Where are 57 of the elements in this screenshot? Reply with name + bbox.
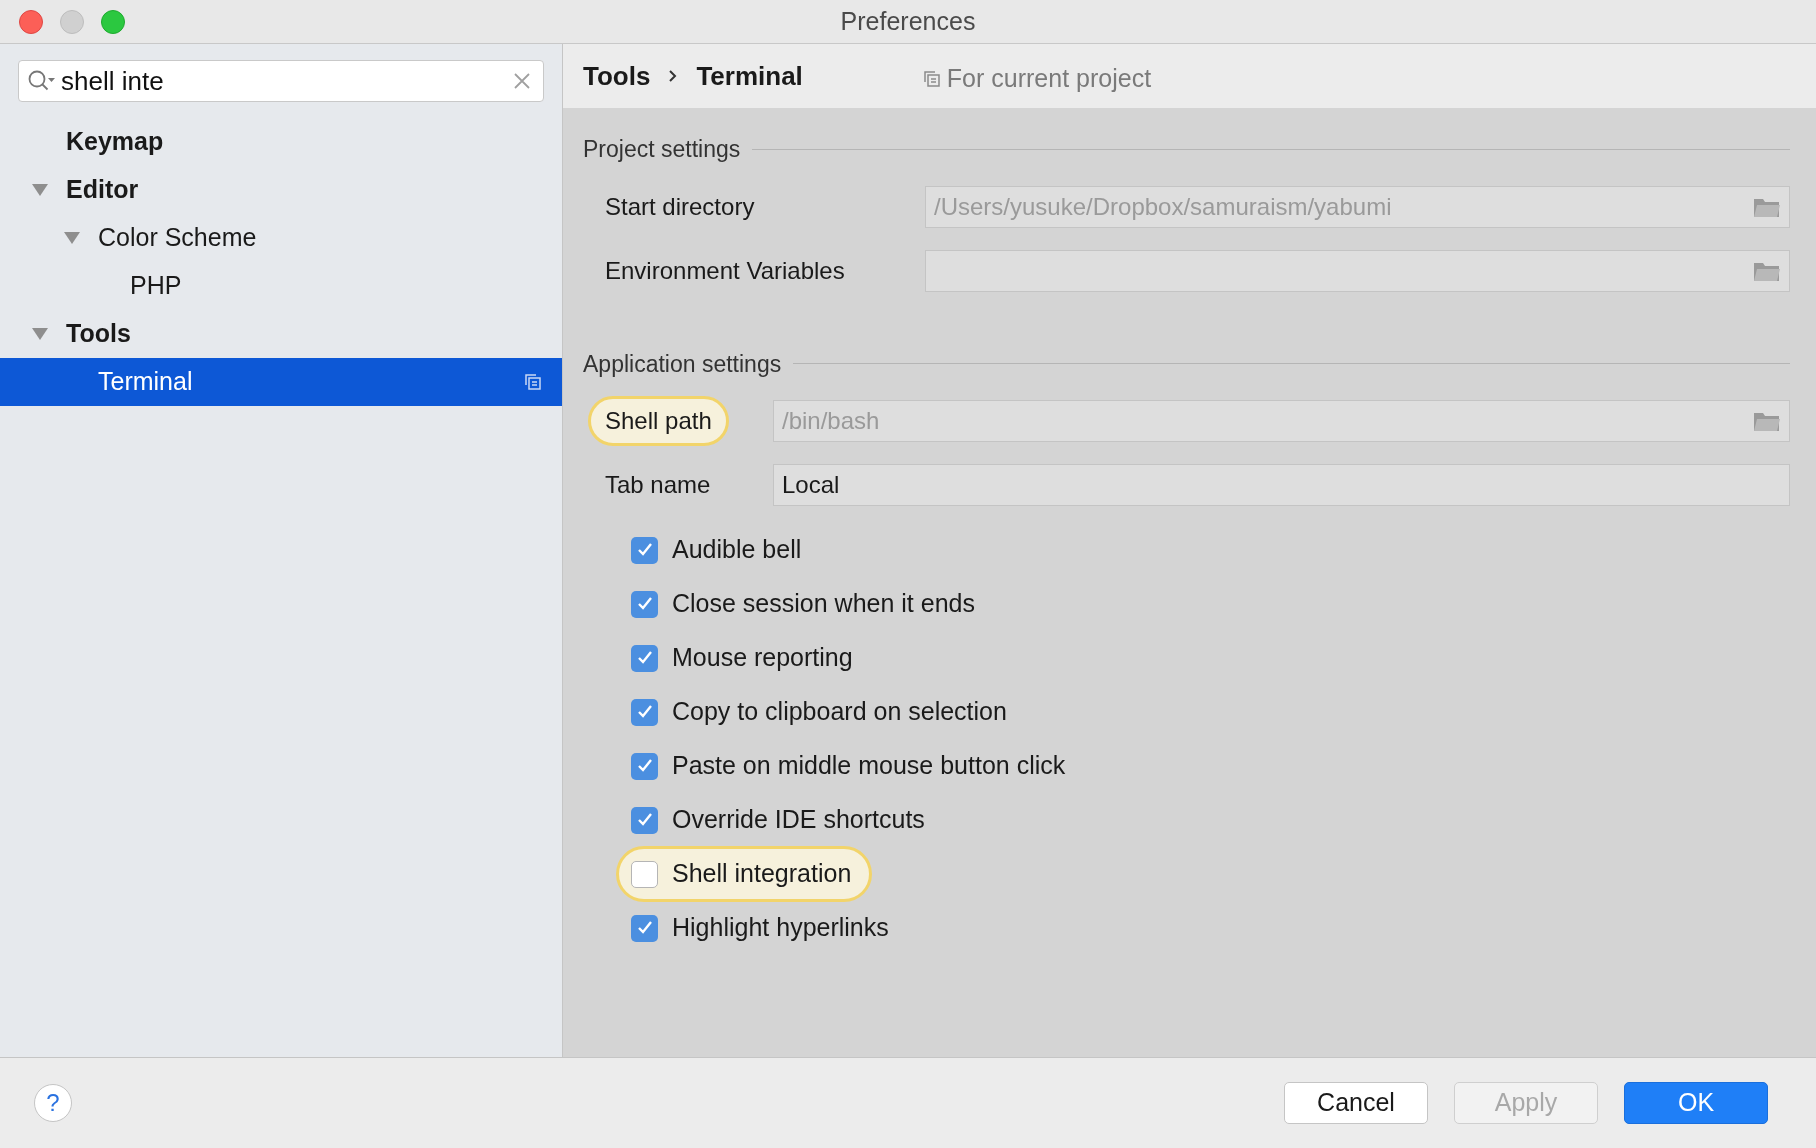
section-title: Project settings xyxy=(583,135,741,164)
checkbox-option[interactable]: Mouse reporting xyxy=(616,630,874,686)
folder-icon[interactable] xyxy=(1753,410,1781,432)
checkbox-option[interactable]: Close session when it ends xyxy=(616,576,996,632)
search-field[interactable]: shell inte xyxy=(18,60,544,102)
tree-item[interactable]: PHP xyxy=(0,262,562,310)
checkbox[interactable] xyxy=(631,860,658,888)
checkbox[interactable] xyxy=(631,536,658,564)
check-icon xyxy=(635,704,654,720)
text-field[interactable] xyxy=(925,249,1790,292)
checkbox[interactable] xyxy=(631,752,658,780)
expanded-arrow-icon[interactable] xyxy=(32,183,48,197)
check-icon xyxy=(635,758,654,774)
dialog-button[interactable]: Cancel xyxy=(1284,1082,1428,1124)
chevron-right-icon xyxy=(668,69,679,83)
checkbox-option[interactable]: Shell integration xyxy=(616,846,873,902)
scope-label: For current project xyxy=(946,63,1152,95)
checkbox[interactable] xyxy=(631,644,658,672)
help-button[interactable]: ? xyxy=(34,1084,72,1122)
check-icon xyxy=(635,650,654,666)
close-button[interactable] xyxy=(19,9,43,34)
checkbox[interactable] xyxy=(631,590,658,618)
expanded-arrow-icon[interactable] xyxy=(64,231,80,245)
minimize-button[interactable] xyxy=(60,9,84,34)
tree-item[interactable]: Color Scheme xyxy=(0,214,562,262)
checkbox-option[interactable]: Paste on middle mouse button click xyxy=(616,738,1087,794)
checkbox-option[interactable]: Override IDE shortcuts xyxy=(616,792,946,848)
checkbox-option[interactable]: Highlight hyperlinks xyxy=(616,900,910,956)
check-icon xyxy=(635,812,654,828)
checkbox-option[interactable]: Copy to clipboard on selection xyxy=(616,684,1028,740)
checkbox[interactable] xyxy=(631,806,658,834)
dialog-button[interactable]: OK xyxy=(1624,1082,1768,1124)
field-label: Tab name xyxy=(605,470,711,500)
tree-item[interactable]: Editor xyxy=(0,166,562,214)
section-title: Application settings xyxy=(583,349,782,379)
copy-icon xyxy=(922,70,941,88)
copy-icon xyxy=(524,373,542,391)
breadcrumb-item: Tools xyxy=(583,59,651,93)
field-label: Start directory xyxy=(605,191,755,222)
expanded-arrow-icon[interactable] xyxy=(32,327,48,341)
clear-icon[interactable] xyxy=(513,72,531,90)
checkbox[interactable] xyxy=(631,914,658,942)
tree-item[interactable]: Terminal xyxy=(0,358,562,406)
search-icon xyxy=(27,69,57,93)
text-field[interactable]: Local xyxy=(773,464,1790,506)
check-icon xyxy=(635,920,654,936)
check-icon xyxy=(635,596,654,612)
check-icon xyxy=(635,542,654,558)
tree-item[interactable]: Tools xyxy=(0,310,562,358)
window-title: Preferences xyxy=(840,5,976,37)
checkbox-option[interactable]: Audible bell xyxy=(616,522,823,578)
maximize-button[interactable] xyxy=(101,9,125,34)
breadcrumb-item: Terminal xyxy=(696,59,803,93)
field-label: Environment Variables xyxy=(605,255,845,286)
tree-item[interactable]: Keymap xyxy=(0,118,562,166)
field-label: Shell path xyxy=(588,396,729,446)
checkbox[interactable] xyxy=(631,698,658,726)
